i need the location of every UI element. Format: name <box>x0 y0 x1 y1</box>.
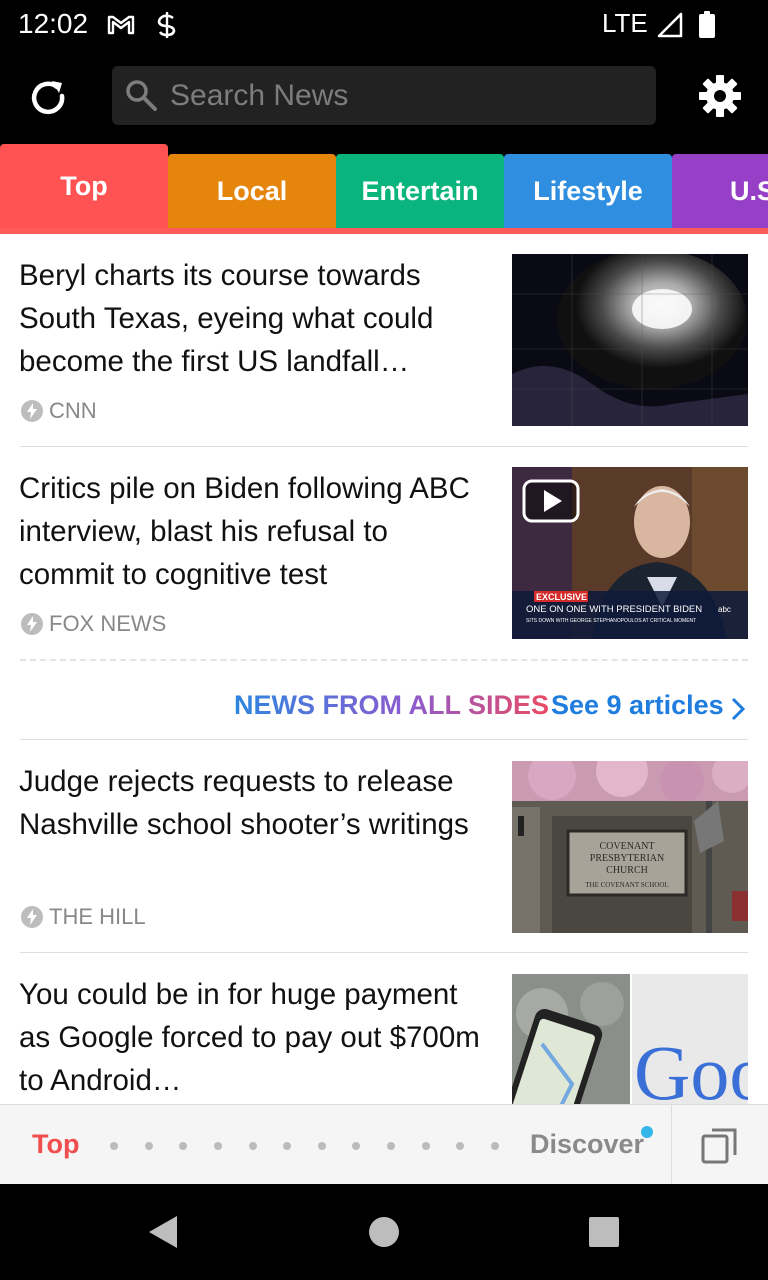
article-item[interactable]: Judge rejects requests to release Nashvi… <box>0 740 768 952</box>
google-logo: Goog <box>634 1029 748 1104</box>
lightning-icon <box>21 613 43 635</box>
page-dot <box>283 1142 291 1150</box>
status-time: 12:02 <box>18 8 89 39</box>
overlay-logo: abc <box>718 605 731 614</box>
signal-icon <box>657 12 683 38</box>
chevron-right-icon[interactable] <box>729 696 747 722</box>
network-label: LTE <box>602 8 648 38</box>
page-dot <box>387 1142 395 1150</box>
article-thumbnail[interactable]: Goog <box>512 974 748 1104</box>
sign-line: PRESBYTERIAN <box>590 853 664 864</box>
lightning-icon <box>21 906 43 928</box>
bottom-divider <box>671 1105 672 1185</box>
bottom-bar: Top Discover <box>0 1104 768 1185</box>
page-dot <box>456 1142 464 1150</box>
dashed-divider <box>20 659 748 661</box>
sign-line: THE COVENANT SCHOOL <box>585 881 668 889</box>
overlay-badge: EXCLUSIVE <box>536 592 587 602</box>
bottom-tab-discover[interactable]: Discover <box>530 1129 644 1160</box>
overlay-subtitle: SITS DOWN WITH GEORGE STEPHANOPOULOS AT … <box>526 618 696 624</box>
article-thumbnail[interactable]: COVENANT PRESBYTERIAN CHURCH THE COVENAN… <box>512 761 748 933</box>
news-from-all-sides[interactable]: NEWS FROM ALL SIDES See 9 articles <box>0 680 768 740</box>
article-thumbnail[interactable] <box>512 254 748 426</box>
sign-line: CHURCH <box>606 865 648 876</box>
article-source: CNN <box>20 398 97 424</box>
search-input[interactable]: Search News <box>112 66 656 125</box>
article-source: FOX NEWS <box>20 611 166 637</box>
system-nav-bar <box>0 1184 768 1280</box>
article-item[interactable]: You could be in for huge payment as Goog… <box>0 953 768 1104</box>
search-placeholder: Search News <box>170 79 349 112</box>
article-item[interactable]: Critics pile on Biden following ABC inte… <box>0 447 768 659</box>
settings-icon[interactable] <box>696 72 744 120</box>
home-icon[interactable] <box>364 1212 404 1252</box>
tabs-overview-icon[interactable] <box>700 1125 740 1165</box>
search-icon <box>126 80 157 111</box>
status-bar: 12:02 LTE <box>0 0 768 50</box>
category-tabs: Top Local Entertain Lifestyle U.S <box>0 144 768 234</box>
back-icon[interactable] <box>145 1212 185 1252</box>
bottom-tab-top[interactable]: Top <box>32 1129 79 1160</box>
page-dot <box>145 1142 153 1150</box>
page-dot <box>352 1142 360 1150</box>
source-name: FOX NEWS <box>49 611 167 636</box>
gmail-icon <box>107 15 135 35</box>
notification-badge <box>641 1126 653 1138</box>
see-articles-link[interactable]: See 9 articles <box>551 690 724 721</box>
article-headline[interactable]: Beryl charts its course towards South Te… <box>19 254 489 383</box>
tab-lifestyle[interactable]: Lifestyle <box>504 154 672 228</box>
refresh-icon[interactable] <box>24 74 72 122</box>
battery-icon <box>699 11 715 38</box>
overlay-title: ONE ON ONE WITH PRESIDENT BIDEN <box>526 604 702 615</box>
tab-top[interactable]: Top <box>0 144 168 228</box>
source-name: THE HILL <box>49 904 146 929</box>
page-dot <box>214 1142 222 1150</box>
source-name: CNN <box>49 398 97 423</box>
page-dot <box>318 1142 326 1150</box>
tab-us[interactable]: U.S <box>672 154 768 228</box>
page-dot <box>422 1142 430 1150</box>
tab-local[interactable]: Local <box>168 154 336 228</box>
page-dot <box>110 1142 118 1150</box>
article-source: THE HILL <box>20 904 146 930</box>
recents-icon[interactable] <box>584 1212 624 1252</box>
sync-icon <box>157 12 176 38</box>
article-thumbnail[interactable]: EXCLUSIVE ONE ON ONE WITH PRESIDENT BIDE… <box>512 467 748 639</box>
page-dot <box>249 1142 257 1150</box>
article-item[interactable]: Beryl charts its course towards South Te… <box>0 234 768 446</box>
tab-entertain[interactable]: Entertain <box>336 154 504 228</box>
all-sides-label: NEWS FROM ALL SIDES <box>234 690 550 720</box>
app-bar: Search News <box>0 50 768 144</box>
sign-line: COVENANT <box>600 841 655 852</box>
article-headline[interactable]: Judge rejects requests to release Nashvi… <box>19 760 489 846</box>
news-feed[interactable]: Beryl charts its course towards South Te… <box>0 234 768 1104</box>
lightning-icon <box>21 400 43 422</box>
article-headline[interactable]: Critics pile on Biden following ABC inte… <box>19 467 489 596</box>
article-headline[interactable]: You could be in for huge payment as Goog… <box>19 973 489 1102</box>
page-dot <box>491 1142 499 1150</box>
page-dot <box>179 1142 187 1150</box>
